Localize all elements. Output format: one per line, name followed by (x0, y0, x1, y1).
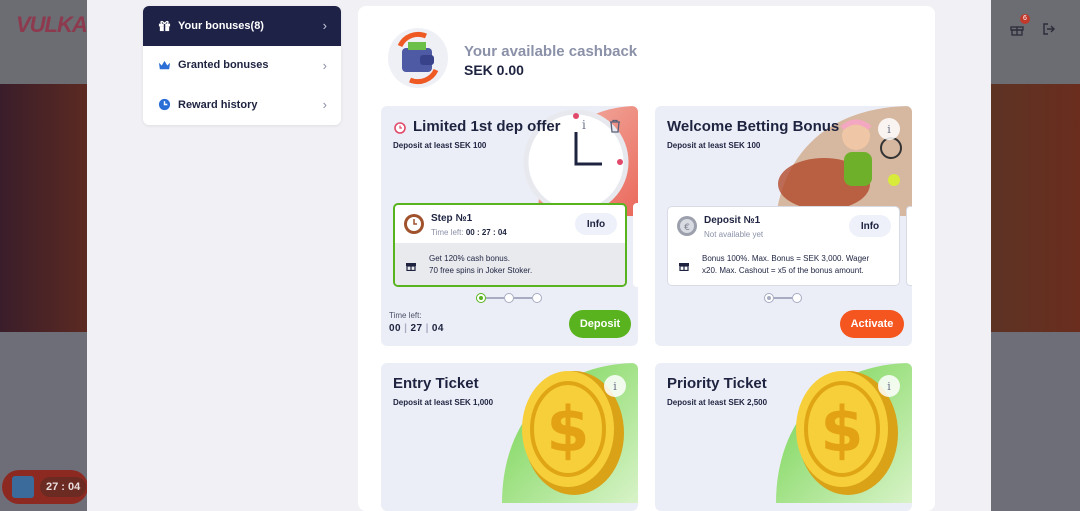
bonus-card-priority-ticket: $ Priority Ticket Deposit at least SEK 2… (655, 363, 912, 511)
menu-item-label: Granted bonuses (178, 59, 269, 72)
chevron-right-icon: › (322, 57, 327, 73)
notification-badge: 6 (1020, 14, 1030, 24)
menu-item-reward-history[interactable]: Reward history › (143, 85, 341, 125)
time-left-value: 00 | 27 | 04 (389, 323, 444, 334)
gift-icon (406, 263, 416, 271)
menu-item-label: Your bonuses (178, 19, 251, 32)
deposit-button[interactable]: Deposit (569, 310, 631, 338)
coin-icon: € (677, 216, 697, 236)
step-progress-dots[interactable] (476, 293, 542, 303)
next-step-preview (906, 206, 912, 286)
menu-item-granted-bonuses[interactable]: Granted bonuses › (143, 46, 341, 86)
step-info-button[interactable]: Info (575, 213, 617, 235)
bonus-card-welcome-betting: Welcome Betting Bonus Deposit at least S… (655, 106, 912, 346)
gift-icon (679, 263, 689, 271)
bonuses-modal: Your bonuses (8) › Granted bonuses › Rew… (87, 0, 991, 511)
svg-text:$: $ (546, 393, 589, 466)
info-icon[interactable]: i (878, 118, 900, 140)
card-deposit-requirement: Deposit at least SEK 2,500 (667, 398, 768, 407)
chevron-right-icon: › (322, 18, 327, 34)
activate-button[interactable]: Activate (840, 310, 904, 338)
card-title: Welcome Betting Bonus (667, 118, 840, 135)
info-icon[interactable]: i (878, 375, 900, 397)
gift-box-icon (12, 476, 34, 498)
bonus-step-card: € Deposit №1 Not available yet Info Bonu… (667, 206, 900, 286)
bonus-step-card: Step №1 Time left: 00 : 27 : 04 Info Get… (393, 203, 627, 287)
step-status: Not available yet (704, 230, 764, 239)
next-step-preview (633, 203, 638, 287)
crown-icon (157, 58, 171, 72)
step-progress-dots[interactable] (764, 293, 802, 303)
gift-icon (157, 19, 171, 33)
floating-timer-value: 27 : 04 (40, 477, 87, 497)
bonus-card-entry-ticket: $ Entry Ticket Deposit at least SEK 1,00… (381, 363, 638, 511)
floating-timer-widget[interactable]: 27 : 04 (2, 470, 88, 504)
card-title: Limited 1st dep offer (393, 118, 561, 135)
alarm-clock-icon (394, 121, 406, 134)
menu-item-your-bonuses[interactable]: Your bonuses (8) › (143, 6, 341, 46)
chevron-right-icon: › (322, 97, 327, 113)
step-name: Step №1 (431, 213, 473, 224)
timer-clock-icon (404, 214, 424, 234)
bonuses-content-panel: Your available cashback SEK 0.00 Limited… (358, 6, 935, 511)
logout-icon[interactable] (1040, 20, 1058, 38)
step-info-button[interactable]: Info (849, 215, 891, 237)
card-deposit-requirement: Deposit at least SEK 1,000 (393, 398, 494, 407)
step-description: Get 120% cash bonus. 70 free spins in Jo… (395, 243, 625, 285)
bonus-side-menu: Your bonuses (8) › Granted bonuses › Rew… (143, 6, 341, 125)
svg-text:$: $ (820, 393, 863, 466)
svg-text:€: € (684, 223, 690, 233)
cashback-label: Your available cashback (464, 43, 638, 60)
info-icon[interactable]: i (604, 375, 626, 397)
card-title: Entry Ticket (393, 375, 479, 392)
wallet-cashback-icon (386, 26, 450, 90)
step-name: Deposit №1 (704, 215, 761, 226)
clock-icon (157, 98, 171, 112)
info-icon[interactable]: i (582, 118, 586, 132)
menu-item-label: Reward history (178, 98, 258, 111)
step-description: Bonus 100%. Max. Bonus = SEK 3,000. Wage… (668, 245, 899, 285)
cashback-value: SEK 0.00 (464, 62, 524, 78)
card-deposit-requirement: Deposit at least SEK 100 (393, 141, 487, 150)
menu-item-count: (8) (250, 19, 264, 32)
trash-icon[interactable] (609, 119, 621, 138)
bonus-card-limited-offer: Limited 1st dep offer Deposit at least S… (381, 106, 638, 346)
gift-icon[interactable]: 6 (1008, 14, 1030, 38)
time-left-label: Time left: (389, 311, 422, 320)
card-deposit-requirement: Deposit at least SEK 100 (667, 141, 761, 150)
card-title: Priority Ticket (667, 375, 767, 392)
step-time-left: Time left: 00 : 27 : 04 (431, 228, 507, 237)
header-icons: 6 (1008, 14, 1058, 38)
